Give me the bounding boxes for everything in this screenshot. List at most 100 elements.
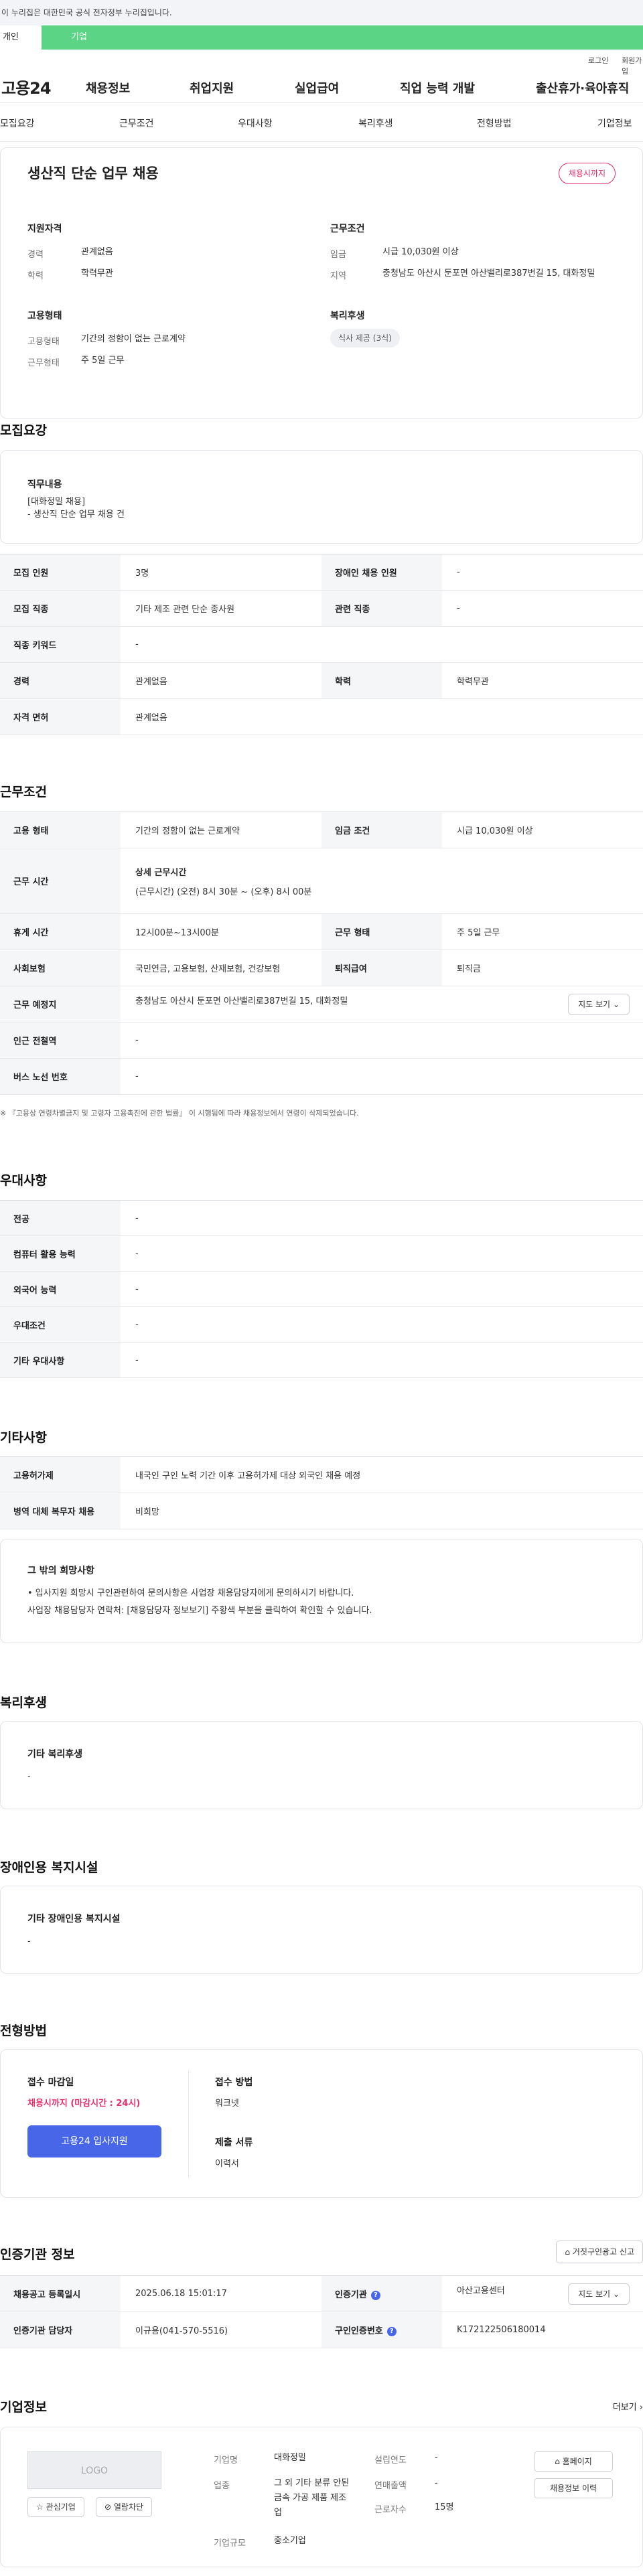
industry-label: 업종 <box>214 2481 230 2491</box>
nav-unemployment-benefit[interactable]: 실업급여 <box>295 79 339 96</box>
career-value: 관계없음 <box>81 247 113 257</box>
related-label: 관련 직종 <box>322 590 442 627</box>
tab-personal[interactable]: 개인 <box>0 25 42 50</box>
welfare-box: 기타 복리후생 - <box>0 1721 643 1809</box>
foreign-label: 고용허가제 <box>0 1456 121 1493</box>
career-row-value: 관계없음 <box>121 662 322 699</box>
cert-map-button[interactable]: 지도 보기 ⌄ <box>568 2283 630 2305</box>
site-logo[interactable]: 고용24 <box>1 75 52 98</box>
gov-banner: 이 누리집은 대한민국 공식 전자정부 누리집입니다. <box>0 0 643 25</box>
org-value: 아산고용센터 <box>457 2285 505 2296</box>
rest-label: 휴게 시간 <box>0 913 121 950</box>
interest-button[interactable]: ☆ 관심기업 <box>27 2497 84 2517</box>
anchor-pref[interactable]: 우대사항 <box>238 117 273 130</box>
block-button[interactable]: ⊘ 열람차단 <box>96 2497 153 2517</box>
career-row-label: 경력 <box>0 662 121 699</box>
pref-heading: 우대사항 <box>0 1173 47 1188</box>
table-row: 근무 예정지 충청남도 아산시 둔포면 아산밸리로387번길 15, 대화정밀 … <box>0 986 643 1022</box>
pref-label: 우대조건 <box>0 1306 121 1343</box>
work-table: 고용 형태 기간의 정함이 없는 근로계약 임금 조건 시급 10,030원 이… <box>0 812 643 1095</box>
table-row: 기타 우대사항 - <box>0 1342 643 1378</box>
pref-value: - <box>121 1342 643 1378</box>
founded-label: 설립연도 <box>374 2455 407 2466</box>
edu-label: 학력 <box>27 271 44 281</box>
career-label: 경력 <box>27 250 44 260</box>
emp-value: 기간의 정함이 없는 근로계약 <box>121 812 322 848</box>
military-value: 비희망 <box>121 1493 643 1529</box>
disabled-heading: 장애인용 복지시설 <box>0 1860 98 1875</box>
docs-title: 제출 서류 <box>215 2137 253 2148</box>
anchor-nav: 모집요강 근무조건 우대사항 복리후생 전형방법 기업정보 <box>0 103 643 142</box>
welfare-box-value: - <box>27 1772 31 1782</box>
page: 이 누리집은 대한민국 공식 전자정부 누리집입니다. 개인 기업 로그인 회원… <box>0 0 643 2576</box>
etc-heading: 기타사항 <box>0 1430 47 1445</box>
false-ad-report-button[interactable]: ⌂ 거짓구인광고 신고 <box>556 2241 643 2263</box>
nav-parental-leave[interactable]: 출산휴가·육아휴직 <box>536 79 629 96</box>
age-note: ※ 『고용상 연령차별금지 및 고령자 고용촉진에 관한 법률』 이 시행됨에 … <box>0 1109 359 1118</box>
method-value: 워크넷 <box>215 2099 239 2109</box>
pref-table: 전공 - 컴퓨터 활용 능력 - 외국어 능력 - 우대조건 - 기타 우대사항… <box>0 1200 643 1378</box>
info-icon[interactable]: ? <box>370 2290 380 2300</box>
summary-card: 생산직 단순 업무 채용 채용시까지 지원자격 경력 관계없음 학력 학력무관 … <box>0 147 643 419</box>
login-link[interactable]: 로그인 <box>588 55 608 66</box>
retire-value: 퇴직금 <box>442 950 643 986</box>
table-row: 직종 키워드 - <box>0 626 643 663</box>
docs-value: 이력서 <box>215 2159 239 2169</box>
org-label-cell: 인증기관? <box>322 2275 442 2312</box>
name-value: 대화정밀 <box>274 2453 306 2463</box>
anchor-recruit[interactable]: 모집요강 <box>0 117 35 130</box>
apply-button[interactable]: 고용24 입사지원 <box>27 2125 161 2157</box>
star-icon: ☆ <box>36 2502 44 2512</box>
wage-value: 시급 10,030원 이상 <box>382 247 459 257</box>
count-value: 3명 <box>121 554 322 591</box>
sales-label: 연매출액 <box>374 2481 407 2491</box>
selection-heading: 전형방법 <box>0 2024 47 2038</box>
anchor-welfare[interactable]: 복리후생 <box>358 117 393 130</box>
info-icon[interactable]: ? <box>386 2326 397 2336</box>
foreign-value: 내국인 구인 노력 기간 이후 고용허가제 대상 외국인 채용 예정 <box>121 1456 643 1493</box>
table-row: 휴게 시간 12시00분~13시00분 근무 형태 주 5일 근무 <box>0 913 643 950</box>
ins-label: 사회보험 <box>0 950 121 986</box>
cert-map-label: 지도 보기 <box>578 2289 611 2299</box>
global-nav: 고용24 채용정보 취업지원 실업급여 직업 능력 개발 출산휴가·육아휴직 <box>0 68 643 103</box>
hope-line-2: 사업장 채용담당자 연락처: [채용담당자 정보보기] 주황색 부분을 클릭하여… <box>27 1606 372 1616</box>
workform-label: 근무형태 <box>27 358 60 368</box>
company-more-link[interactable]: 더보기 › <box>613 2400 643 2413</box>
table-row: 고용허가제 내국인 구인 노력 기간 이후 고용허가제 대상 외국인 채용 예정 <box>0 1456 643 1493</box>
duty-line-1: [대화정밀 채용] <box>27 497 86 507</box>
company-heading: 기업정보 <box>0 2400 47 2415</box>
num-value: K172122506180014 <box>442 2312 643 2348</box>
time-title: 상세 근무시간 <box>135 867 187 878</box>
disabled-box-value: - <box>27 1937 31 1947</box>
homepage-button[interactable]: ⌂ 홈페이지 <box>534 2451 613 2472</box>
subway-value: - <box>121 1022 643 1059</box>
block-icon: ⊘ <box>104 2502 112 2512</box>
anchor-selection[interactable]: 전형방법 <box>477 117 512 130</box>
more-label: 더보기 <box>612 2403 637 2413</box>
license-label: 자격 면허 <box>0 698 121 735</box>
user-type-tabs: 개인 기업 <box>0 25 643 50</box>
job-history-button[interactable]: 채용정보 이력 <box>534 2478 613 2498</box>
table-row: 모집 인원 3명 장애인 채용 인원 - <box>0 554 643 591</box>
founded-value: - <box>435 2453 438 2463</box>
anchor-work[interactable]: 근무조건 <box>119 117 154 130</box>
pref-label: 컴퓨터 활용 능력 <box>0 1235 121 1272</box>
retire-label: 퇴직급여 <box>322 950 442 986</box>
nav-jobs[interactable]: 채용정보 <box>86 79 130 96</box>
false-ad-report-label: 거짓구인광고 신고 <box>572 2247 634 2257</box>
count-label: 모집 인원 <box>0 554 121 591</box>
pref-value: - <box>121 1271 643 1307</box>
welfare-chip: 식사 제공 (3식) <box>330 329 400 348</box>
reg-label: 채용공고 등록일시 <box>0 2275 121 2312</box>
form-label: 근무 형태 <box>322 913 442 950</box>
map-button[interactable]: 지도 보기 ⌄ <box>568 993 630 1015</box>
company-logo: LOGO <box>27 2451 161 2489</box>
tab-company[interactable]: 기업 <box>42 25 643 50</box>
area-value: 충청남도 아산시 둔포면 아산밸리로387번길 15, 대화정밀 <box>382 269 595 279</box>
bus-value: - <box>121 1058 643 1095</box>
work-heading: 근무조건 <box>0 785 47 800</box>
welfare-heading: 복리후생 <box>0 1695 47 1710</box>
anchor-company[interactable]: 기업정보 <box>597 117 632 130</box>
nav-job-training[interactable]: 직업 능력 개발 <box>400 79 475 96</box>
nav-employment-support[interactable]: 취업지원 <box>190 79 234 96</box>
